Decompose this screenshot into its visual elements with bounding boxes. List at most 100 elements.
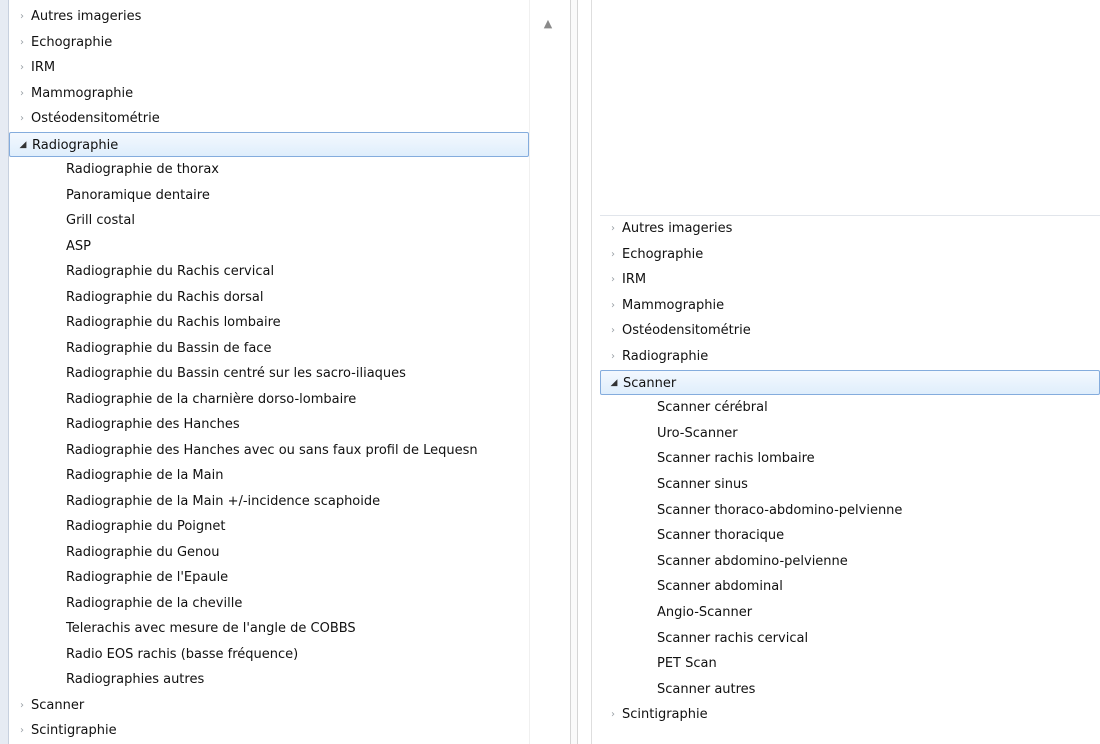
tree-item-label: Radiographie des Hanches	[66, 417, 240, 432]
tree-subitem[interactable]: Radiographie de la cheville	[9, 591, 529, 617]
collapse-chevron-icon[interactable]: ›	[606, 267, 620, 293]
tree-subitem[interactable]: Scanner rachis cervical	[600, 626, 1100, 652]
tree-subitem[interactable]: Scanner sinus	[600, 472, 1100, 498]
tree-category-item[interactable]: › Echographie	[9, 30, 529, 56]
tree-item-label: Radiographie du Rachis lombaire	[66, 315, 281, 330]
tree-item-label: Radiographie de la Main	[66, 468, 224, 483]
tree-item-label: Radiographies autres	[66, 672, 205, 687]
tree-subitem[interactable]: Radiographie de l'Epaule	[9, 565, 529, 591]
collapse-chevron-icon[interactable]: ›	[15, 55, 29, 81]
tree-item-label: Scanner	[623, 375, 677, 391]
category-tree-left[interactable]: › Autres imageries › Echographie › IRM › Mammog…	[9, 4, 529, 744]
tree-category-item[interactable]: ◢ Radiographie	[9, 131, 529, 159]
tree-item-label: IRM	[31, 60, 56, 75]
tree-subitem[interactable]: Radiographie des Hanches avec ou sans fa…	[9, 438, 529, 464]
pane-splitter[interactable]	[570, 0, 578, 744]
tree-subitem[interactable]: Radiographies autres	[9, 667, 529, 693]
tree-subitem[interactable]: Telerachis avec mesure de l'angle de COB…	[9, 616, 529, 642]
tree-subitem[interactable]: Radiographie du Rachis dorsal	[9, 285, 529, 311]
collapse-chevron-icon[interactable]: ›	[606, 344, 620, 370]
tree-subitem[interactable]: Radiographie du Poignet	[9, 514, 529, 540]
tree-item-label: Angio-Scanner	[657, 604, 753, 620]
tree-subitem[interactable]: Radiographie du Bassin de face	[9, 336, 529, 362]
tree-item-label: Radio EOS rachis (basse fréquence)	[66, 646, 299, 662]
tree-category-item[interactable]: › Mammographie	[9, 81, 529, 107]
tree-category-item[interactable]: › Ostéodensitométrie	[600, 318, 1100, 344]
tree-subitem[interactable]: Radiographie de la charnière dorso-lomba…	[9, 387, 529, 413]
tree-item-label: Radiographie	[32, 137, 119, 153]
tree-item-label: Radiographie de la cheville	[66, 595, 243, 611]
tree-subitem[interactable]: Scanner abdomino-pelvienne	[600, 549, 1100, 575]
tree-item-label: Autres imageries	[31, 9, 142, 24]
tree-subitem[interactable]: Radiographie du Bassin centré sur les sa…	[9, 361, 529, 387]
tree-item-label: Scintigraphie	[622, 707, 708, 723]
tree-subitem[interactable]: Radiographie du Rachis cervical	[9, 259, 529, 285]
tree-subitem[interactable]: Scanner cérébral	[600, 395, 1100, 421]
tree-category-item[interactable]: › Scanner	[9, 693, 529, 719]
tree-item-label: Echographie	[622, 246, 704, 262]
scroll-up-arrow-icon[interactable]: ▲	[540, 18, 556, 30]
tree-item-label: Radiographie des Hanches avec ou sans fa…	[66, 442, 478, 458]
tree-item-label: Radiographie de la Main +/-incidence sca…	[66, 493, 381, 509]
category-tree-right[interactable]: › Autres imageries › Echographie › IRM › Mammog…	[600, 215, 1100, 736]
tree-subitem[interactable]: PET Scan	[600, 651, 1100, 677]
tree-category-item[interactable]: › Scintigraphie	[600, 702, 1100, 728]
tree-subitem[interactable]: Angio-Scanner	[600, 600, 1100, 626]
left-tree-scrollbar[interactable]: ▲	[529, 0, 566, 744]
tree-item-label: Scanner cérébral	[657, 400, 768, 416]
tree-item-label: Scanner abdominal	[657, 579, 783, 595]
tree-category-item[interactable]: › Autres imageries	[600, 216, 1100, 242]
tree-subitem[interactable]: Panoramique dentaire	[9, 183, 529, 209]
tree-category-item[interactable]: › Radiographie	[600, 344, 1100, 370]
tree-category-item[interactable]: ◢ Scanner	[600, 369, 1100, 397]
expand-triangle-icon[interactable]: ◢	[16, 133, 30, 159]
collapse-chevron-icon[interactable]: ›	[15, 718, 29, 744]
tree-subitem[interactable]: Uro-Scanner	[600, 421, 1100, 447]
tree-item-label: Scanner thoracique	[657, 528, 785, 544]
tree-subitem[interactable]: Radio EOS rachis (basse fréquence)	[9, 642, 529, 668]
tree-subitem[interactable]: Grill costal	[9, 208, 529, 234]
collapse-chevron-icon[interactable]: ›	[15, 81, 29, 107]
tree-category-item[interactable]: › IRM	[9, 55, 529, 81]
tree-item-label: Radiographie du Bassin de face	[66, 340, 272, 356]
expand-triangle-icon[interactable]: ◢	[607, 371, 621, 397]
collapse-chevron-icon[interactable]: ›	[15, 693, 29, 719]
tree-item-label: Panoramique dentaire	[66, 187, 210, 203]
tree-subitem[interactable]: Scanner abdominal	[600, 574, 1100, 600]
tree-category-item[interactable]: › Mammographie	[600, 293, 1100, 319]
tree-subitem[interactable]: Radiographie de la Main +/-incidence sca…	[9, 489, 529, 515]
tree-subitem[interactable]: Scanner rachis lombaire	[600, 446, 1100, 472]
collapse-chevron-icon[interactable]: ›	[606, 216, 620, 242]
collapse-chevron-icon[interactable]: ›	[15, 30, 29, 56]
tree-category-item[interactable]: › Scintigraphie	[9, 718, 529, 744]
collapse-chevron-icon[interactable]: ›	[15, 106, 29, 132]
tree-subitem[interactable]: Radiographie du Rachis lombaire	[9, 310, 529, 336]
tree-item-label: Radiographie	[622, 348, 709, 364]
tree-subitem[interactable]: Radiographie de la Main	[9, 463, 529, 489]
tree-subitem[interactable]: Radiographie des Hanches	[9, 412, 529, 438]
tree-subitem[interactable]: Scanner autres	[600, 677, 1100, 703]
tree-subitem[interactable]: Radiographie du Genou	[9, 540, 529, 566]
tree-item-label: PET Scan	[657, 656, 717, 672]
tree-category-item[interactable]: › Echographie	[600, 242, 1100, 268]
tree-item-label: Radiographie du Rachis dorsal	[66, 289, 264, 305]
tree-subitem[interactable]: Radiographie de thorax	[9, 157, 529, 183]
tree-item-label: Scanner rachis lombaire	[657, 451, 815, 467]
tree-category-item[interactable]: › Autres imageries	[9, 4, 529, 30]
collapse-chevron-icon[interactable]: ›	[15, 4, 29, 30]
tree-category-item[interactable]: › IRM	[600, 267, 1100, 293]
collapse-chevron-icon[interactable]: ›	[606, 293, 620, 319]
collapse-chevron-icon[interactable]: ›	[606, 318, 620, 344]
tree-subitem[interactable]: Scanner thoracique	[600, 523, 1100, 549]
tree-subitem[interactable]: Scanner thoraco-abdomino-pelvienne	[600, 498, 1100, 524]
collapse-chevron-icon[interactable]: ›	[606, 702, 620, 728]
tree-subitem[interactable]: ASP	[9, 234, 529, 260]
tree-item-label: Scanner autres	[657, 681, 756, 697]
tree-item-label: Scanner rachis cervical	[657, 630, 809, 646]
collapse-chevron-icon[interactable]: ›	[606, 242, 620, 268]
tree-item-label: Radiographie du Rachis cervical	[66, 264, 275, 279]
tree-category-item[interactable]: › Ostéodensitométrie	[9, 106, 529, 132]
tree-item-label: Scanner sinus	[657, 476, 748, 492]
pane-divider	[591, 0, 592, 744]
tree-item-label: Autres imageries	[622, 221, 733, 236]
